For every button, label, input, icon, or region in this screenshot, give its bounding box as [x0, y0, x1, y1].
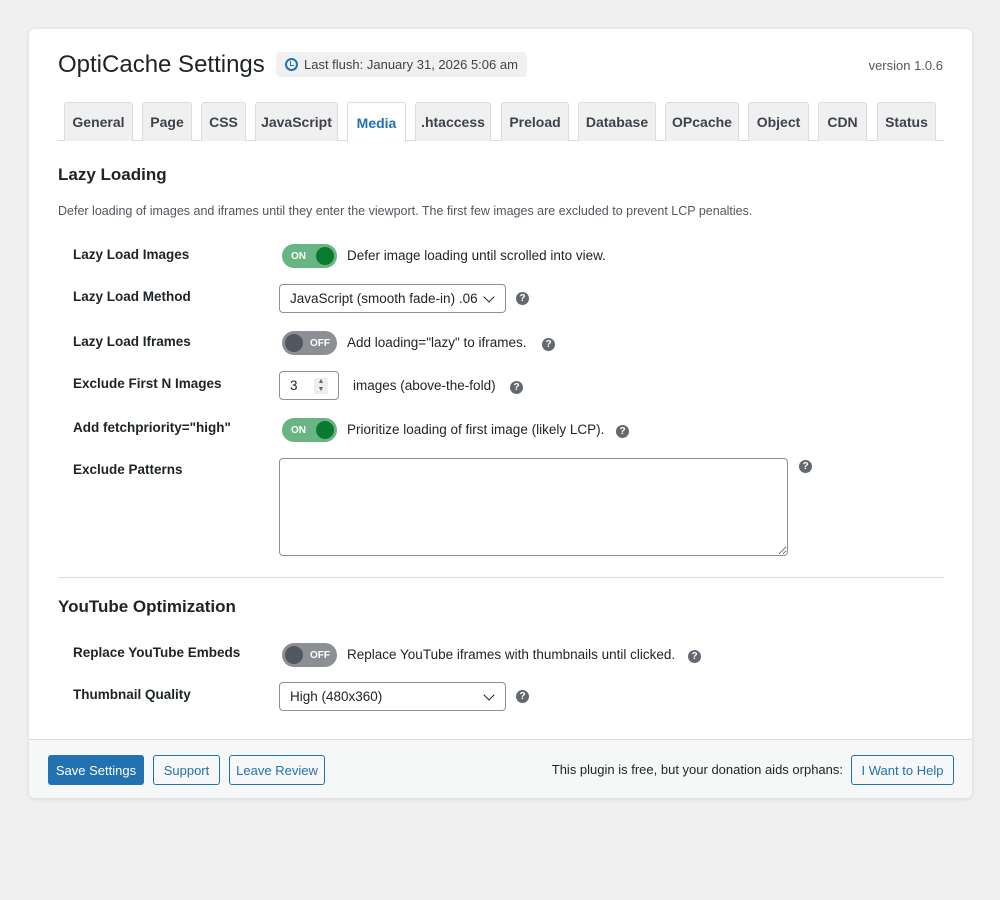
tab-object[interactable]: Object	[748, 102, 809, 141]
last-flush-text: Last flush: January 31, 2026 5:06 am	[304, 57, 518, 72]
tab-database[interactable]: Database	[578, 102, 656, 141]
page-title: OptiCache Settings	[58, 51, 265, 78]
youtube-heading: YouTube Optimization	[58, 597, 236, 616]
section-divider	[58, 577, 944, 578]
exclude-n-input[interactable]: 3 ▲ ▼	[279, 371, 339, 400]
chevron-down-icon	[483, 689, 495, 701]
help-icon[interactable]: ?	[510, 381, 523, 394]
tab-general[interactable]: General	[64, 102, 133, 141]
tab-bar: General Page CSS JavaScript Media .htacc…	[58, 102, 944, 142]
lazy-method-label: Lazy Load Method	[73, 289, 191, 304]
tab-page[interactable]: Page	[142, 102, 192, 141]
lazy-iframes-text: Add loading="lazy" to iframes.	[347, 335, 527, 350]
tab-css[interactable]: CSS	[201, 102, 246, 141]
last-flush-badge: Last flush: January 31, 2026 5:06 am	[276, 52, 527, 77]
toggle-state: ON	[291, 250, 306, 262]
help-icon[interactable]: ?	[799, 460, 812, 473]
lazy-method-select[interactable]: JavaScript (smooth fade-in) .06	[279, 284, 506, 313]
fetchpriority-toggle[interactable]: ON	[282, 418, 337, 442]
thumbnail-quality-select[interactable]: High (480x360)	[279, 682, 506, 711]
lazy-iframes-label: Lazy Load Iframes	[73, 334, 191, 349]
exclude-n-text: images (above-the-fold)	[353, 378, 496, 393]
toggle-knob	[316, 247, 334, 265]
toggle-state: ON	[291, 424, 306, 436]
fetchpriority-label: Add fetchpriority="high"	[73, 420, 231, 435]
settings-card: OptiCache Settings Last flush: January 3…	[29, 29, 972, 798]
lazy-loading-heading: Lazy Loading	[58, 165, 167, 184]
toggle-knob	[316, 421, 334, 439]
tab-preload[interactable]: Preload	[501, 102, 569, 141]
help-icon[interactable]: ?	[542, 338, 555, 351]
help-icon[interactable]: ?	[616, 425, 629, 438]
tab-opcache[interactable]: OPcache	[665, 102, 739, 141]
lazy-loading-description: Defer loading of images and iframes unti…	[58, 204, 753, 218]
thumbnail-quality-label: Thumbnail Quality	[73, 687, 191, 702]
exclude-patterns-textarea[interactable]	[279, 458, 788, 556]
lazy-iframes-toggle[interactable]: OFF	[282, 331, 337, 355]
lazy-images-label: Lazy Load Images	[73, 247, 190, 262]
donate-button[interactable]: I Want to Help	[851, 755, 954, 785]
spinner-arrows-icon[interactable]: ▲ ▼	[314, 378, 328, 394]
support-button[interactable]: Support	[153, 755, 220, 785]
replace-youtube-text: Replace YouTube iframes with thumbnails …	[347, 647, 676, 662]
lazy-images-toggle[interactable]: ON	[282, 244, 337, 268]
tab-status[interactable]: Status	[877, 102, 936, 141]
tab-htaccess[interactable]: .htaccess	[415, 102, 491, 141]
select-value: JavaScript (smooth fade-in) .06	[290, 291, 478, 306]
toggle-knob	[285, 334, 303, 352]
help-icon[interactable]: ?	[516, 690, 529, 703]
chevron-down-icon	[483, 291, 495, 303]
fetchpriority-text: Prioritize loading of first image (likel…	[347, 422, 605, 437]
clock-icon	[285, 58, 298, 71]
donation-text: This plugin is free, but your donation a…	[551, 762, 843, 777]
toggle-state: OFF	[310, 337, 330, 349]
help-icon[interactable]: ?	[516, 292, 529, 305]
exclude-n-label: Exclude First N Images	[73, 376, 222, 391]
footer-bar: Save Settings Support Leave Review This …	[29, 739, 972, 798]
version-label: version 1.0.6	[868, 58, 943, 73]
leave-review-button[interactable]: Leave Review	[229, 755, 325, 785]
exclude-patterns-label: Exclude Patterns	[73, 462, 183, 477]
tab-javascript[interactable]: JavaScript	[255, 102, 338, 141]
replace-youtube-label: Replace YouTube Embeds	[73, 645, 241, 660]
select-value: High (480x360)	[290, 689, 383, 704]
replace-youtube-toggle[interactable]: OFF	[282, 643, 337, 667]
tab-media[interactable]: Media	[347, 102, 406, 142]
help-icon[interactable]: ?	[688, 650, 701, 663]
tab-cdn[interactable]: CDN	[818, 102, 867, 141]
toggle-state: OFF	[310, 649, 330, 661]
input-value: 3	[290, 378, 298, 393]
lazy-images-text: Defer image loading until scrolled into …	[347, 248, 606, 263]
toggle-knob	[285, 646, 303, 664]
save-settings-button[interactable]: Save Settings	[48, 755, 144, 785]
